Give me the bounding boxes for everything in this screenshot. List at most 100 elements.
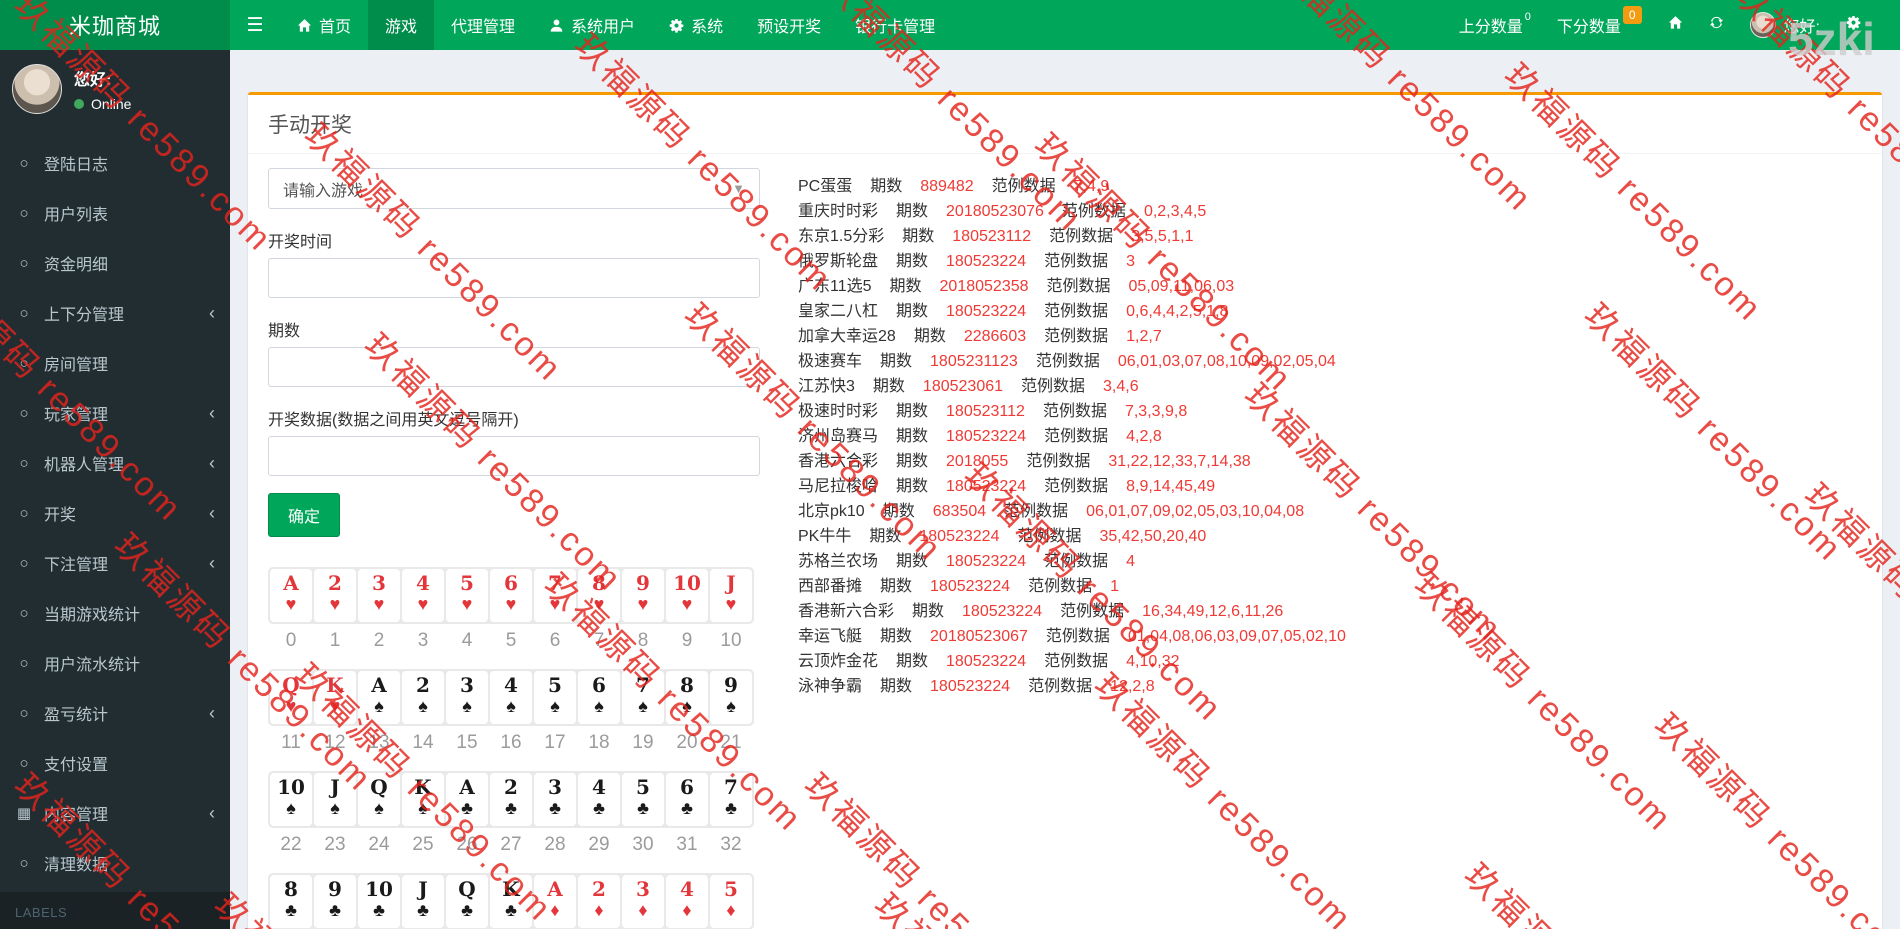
card-6-heart[interactable]: 6 ♥ (490, 569, 532, 622)
sidebar-item-5[interactable]: ○ 房间管理 (0, 338, 230, 388)
card-4-spade[interactable]: 4 ♠ (490, 671, 532, 724)
card-index: 11 (281, 732, 301, 753)
game-row: 广东11选5 期数 2018052358 范例数据 05,09,11,06,03 (798, 274, 1364, 299)
nav-item-2[interactable]: 游戏 (368, 0, 435, 50)
brand-logo[interactable]: 米珈商城 (0, 0, 230, 50)
sidebar-item-3[interactable]: ○ 资金明细 (0, 238, 230, 288)
issue-label: 期数 (896, 553, 929, 570)
sidebar-item-8[interactable]: ○ 开奖 ‹ (0, 488, 230, 538)
card-J-club[interactable]: J ♣ (402, 875, 444, 928)
down-score-button[interactable]: 下分数量 0 (1544, 0, 1655, 50)
game-row: 东京1.5分彩 期数 180523112 范例数据 3,5,5,1,1 (798, 224, 1364, 249)
card-A-spade[interactable]: A ♠ (358, 671, 400, 724)
sidebar-item-9[interactable]: ○ 下注管理 ‹ (0, 538, 230, 588)
card-6-spade[interactable]: 6 ♠ (578, 671, 620, 724)
card-4-heart[interactable]: 4 ♥ (402, 569, 444, 622)
refresh-icon-button[interactable] (1696, 0, 1737, 50)
card-2-heart[interactable]: 2 ♥ (314, 569, 356, 622)
sidebar-item-6[interactable]: ○ 玩家管理 ‹ (0, 388, 230, 438)
card-7-heart[interactable]: 7 ♥ (534, 569, 576, 622)
settings-icon-button[interactable] (1833, 0, 1874, 50)
card-2-club[interactable]: 2 ♣ (490, 773, 532, 826)
gear-icon (669, 18, 684, 33)
draw-data-input[interactable] (268, 436, 760, 476)
user-menu[interactable]: 您好: (1737, 0, 1833, 50)
sidebar-item-2[interactable]: ○ 用户列表 (0, 188, 230, 238)
sidebar-item-14[interactable]: ▦ 内容管理 ‹ (0, 788, 230, 838)
home-icon-button[interactable] (1655, 0, 1696, 50)
sidebar-toggle-icon[interactable]: ☰ (230, 0, 280, 50)
sample-data: 12,2,8 (1110, 678, 1155, 695)
card-9-spade[interactable]: 9 ♠ (710, 671, 752, 724)
sidebar-item-15[interactable]: ○ 清理数据 (0, 838, 230, 888)
card-A-heart[interactable]: A ♥ (270, 569, 312, 622)
sidebar-item-12[interactable]: ○ 盈亏统计 ‹ (0, 688, 230, 738)
sidebar-item-10[interactable]: ○ 当期游戏统计 (0, 588, 230, 638)
issue-input[interactable] (268, 347, 760, 387)
card-5-club[interactable]: 5 ♣ (622, 773, 664, 826)
nav-item-6[interactable]: 预设开奖 (740, 0, 838, 50)
card-Q-spade[interactable]: Q ♠ (358, 773, 400, 826)
card-K-club[interactable]: K ♣ (490, 875, 532, 928)
card-7-club[interactable]: 7 ♣ (710, 773, 752, 826)
card-4-diamond[interactable]: 4 ♦ (666, 875, 708, 928)
sidebar-item-13[interactable]: ○ 支付设置 (0, 738, 230, 788)
card-8-spade[interactable]: 8 ♠ (666, 671, 708, 724)
online-status-label: Online (91, 96, 132, 112)
card-6-club[interactable]: 6 ♣ (666, 773, 708, 826)
card-5-spade[interactable]: 5 ♠ (534, 671, 576, 724)
draw-time-label: 开奖时间 (268, 234, 333, 251)
card-Q-heart[interactable]: Q ♥ (270, 671, 312, 724)
up-score-button[interactable]: 上分数量 0 (1446, 0, 1544, 50)
card-10-heart[interactable]: 10 ♥ (666, 569, 708, 622)
card-A-club[interactable]: A ♣ (446, 773, 488, 826)
spade-icon: ♠ (594, 696, 604, 716)
card-A-diamond[interactable]: A ♦ (534, 875, 576, 928)
card-10-club[interactable]: 10 ♣ (358, 875, 400, 928)
card-J-spade[interactable]: J ♠ (314, 773, 356, 826)
card-Q-club[interactable]: Q ♣ (446, 875, 488, 928)
game-name: 重庆时时彩 (798, 203, 879, 220)
sample-label: 范例数据 (1044, 303, 1109, 320)
confirm-button[interactable]: 确定 (268, 493, 341, 537)
card-4-club[interactable]: 4 ♣ (578, 773, 620, 826)
card-2-spade[interactable]: 2 ♠ (402, 671, 444, 724)
sidebar-item-7[interactable]: ○ 机器人管理 ‹ (0, 438, 230, 488)
card-5-heart[interactable]: 5 ♥ (446, 569, 488, 622)
card-8-heart[interactable]: 8 ♥ (578, 569, 620, 622)
issue-number: 180523224 (946, 478, 1027, 495)
card-3-heart[interactable]: 3 ♥ (358, 569, 400, 622)
card-deck-picker: A ♥ 2 ♥ 3 ♥ 4 ♥ 5 ♥ 6 ♥ 7 ♥ 8 ♥ 9 ♥ 10 ♥ J ♥ 0 1 2 3 4 5 6 7 8 9 10 Q ♥ K ♥ A… (268, 567, 760, 929)
card-3-club[interactable]: 3 ♣ (534, 773, 576, 826)
sidebar-item-4[interactable]: ○ 上下分管理 ‹ (0, 288, 230, 338)
card-7-spade[interactable]: 7 ♠ (622, 671, 664, 724)
nav-item-1[interactable]: 首页 (280, 0, 368, 50)
nav-item-3[interactable]: 代理管理 (434, 0, 532, 50)
greeting-label: 您好: (1783, 19, 1820, 36)
card-2-diamond[interactable]: 2 ♦ (578, 875, 620, 928)
card-3-diamond[interactable]: 3 ♦ (622, 875, 664, 928)
sample-data: 35,42,50,20,40 (1099, 528, 1207, 545)
nav-item-7[interactable]: 银行卡管理 (838, 0, 952, 50)
nav-item-4[interactable]: 系统用户 (532, 0, 652, 50)
card-rank: 7 (548, 571, 562, 595)
card-10-spade[interactable]: 10 ♠ (270, 773, 312, 826)
card-K-spade[interactable]: K ♠ (402, 773, 444, 826)
draw-time-input[interactable] (268, 258, 760, 298)
card-rank: K (414, 775, 432, 799)
card-9-club[interactable]: 9 ♣ (314, 875, 356, 928)
card-8-club[interactable]: 8 ♣ (270, 875, 312, 928)
card-J-heart[interactable]: J ♥ (710, 569, 752, 622)
nav-item-label: 游戏 (385, 19, 418, 36)
heart-icon: ♥ (285, 696, 297, 716)
nav-item-5[interactable]: 系统 (652, 0, 740, 50)
sidebar-item-1[interactable]: ○ 登陆日志 (0, 138, 230, 188)
card-K-heart[interactable]: K ♥ (314, 671, 356, 724)
game-name: 广东11选5 (798, 278, 872, 295)
card-3-spade[interactable]: 3 ♠ (446, 671, 488, 724)
sidebar-item-11[interactable]: ○ 用户流水统计 (0, 638, 230, 688)
card-9-heart[interactable]: 9 ♥ (622, 569, 664, 622)
card-5-diamond[interactable]: 5 ♦ (710, 875, 752, 928)
game-select[interactable]: 请输入游戏 ▼ (268, 168, 760, 209)
game-name: 东京1.5分彩 (798, 228, 885, 245)
